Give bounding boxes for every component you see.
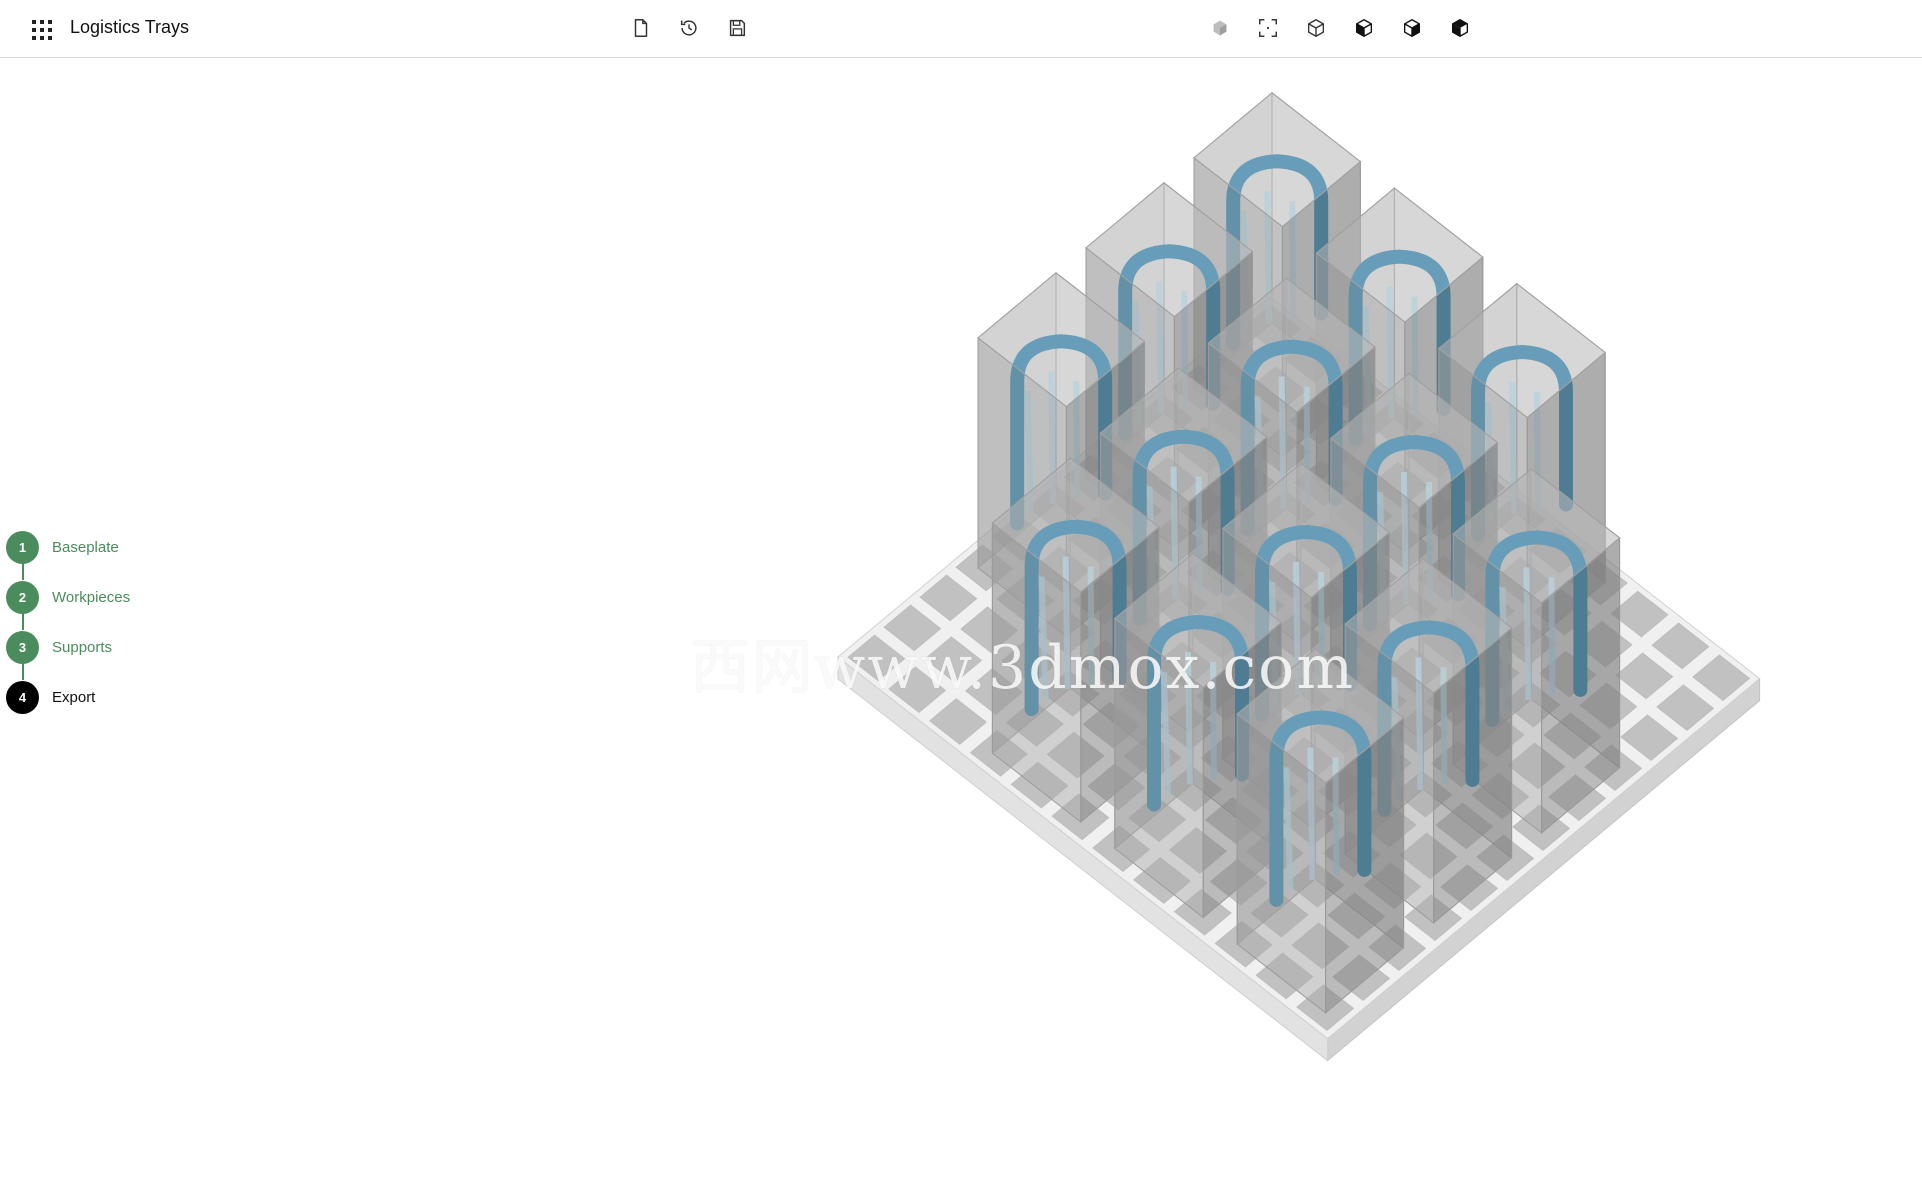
step-label: Baseplate xyxy=(52,538,119,556)
step-connector xyxy=(22,663,24,680)
new-file-button[interactable] xyxy=(628,15,654,41)
step-number-badge: 1 xyxy=(6,530,39,564)
cube-top-face-icon xyxy=(1451,19,1469,37)
top-bar: Logistics Trays xyxy=(0,0,1922,58)
fit-view-button[interactable] xyxy=(1255,15,1281,41)
workflow-steps: 1 Baseplate 2 Workpieces 3 Supports 4 Ex… xyxy=(6,530,186,730)
file-icon xyxy=(634,19,648,37)
step-workpieces[interactable]: 2 Workpieces xyxy=(6,580,130,614)
app-title: Logistics Trays xyxy=(70,17,190,37)
step-export[interactable]: 4 Export xyxy=(6,680,95,714)
cube-left-face-icon xyxy=(1355,19,1373,37)
history-button[interactable] xyxy=(676,15,702,41)
right-view-button[interactable] xyxy=(1399,15,1425,41)
step-connector xyxy=(22,563,24,580)
fit-to-screen-icon xyxy=(1259,19,1277,37)
save-icon xyxy=(729,19,746,37)
shaded-cube-icon xyxy=(1213,20,1227,36)
step-label: Supports xyxy=(52,638,113,656)
step-number-badge: 4 xyxy=(6,680,39,714)
3d-viewport[interactable]: 西网www.3dmox.com xyxy=(0,59,1922,1203)
history-icon xyxy=(680,20,697,36)
step-number-badge: 2 xyxy=(6,580,39,614)
step-number-badge: 3 xyxy=(6,630,39,664)
left-view-button[interactable] xyxy=(1351,15,1377,41)
step-connector xyxy=(22,613,24,630)
cube-right-face-icon xyxy=(1403,19,1421,37)
step-baseplate[interactable]: 1 Baseplate xyxy=(6,530,119,564)
step-supports[interactable]: 3 Supports xyxy=(6,630,112,664)
step-label: Workpieces xyxy=(52,588,131,606)
top-view-button[interactable] xyxy=(1447,15,1473,41)
iso-view-button[interactable] xyxy=(1303,15,1329,41)
save-button[interactable] xyxy=(724,15,750,41)
tray-scene[interactable] xyxy=(0,59,1922,1203)
step-label: Export xyxy=(52,688,96,706)
shaded-view-button[interactable] xyxy=(1207,15,1233,41)
grid-apps-icon[interactable] xyxy=(30,18,54,42)
cube-outline-icon xyxy=(1307,19,1325,37)
